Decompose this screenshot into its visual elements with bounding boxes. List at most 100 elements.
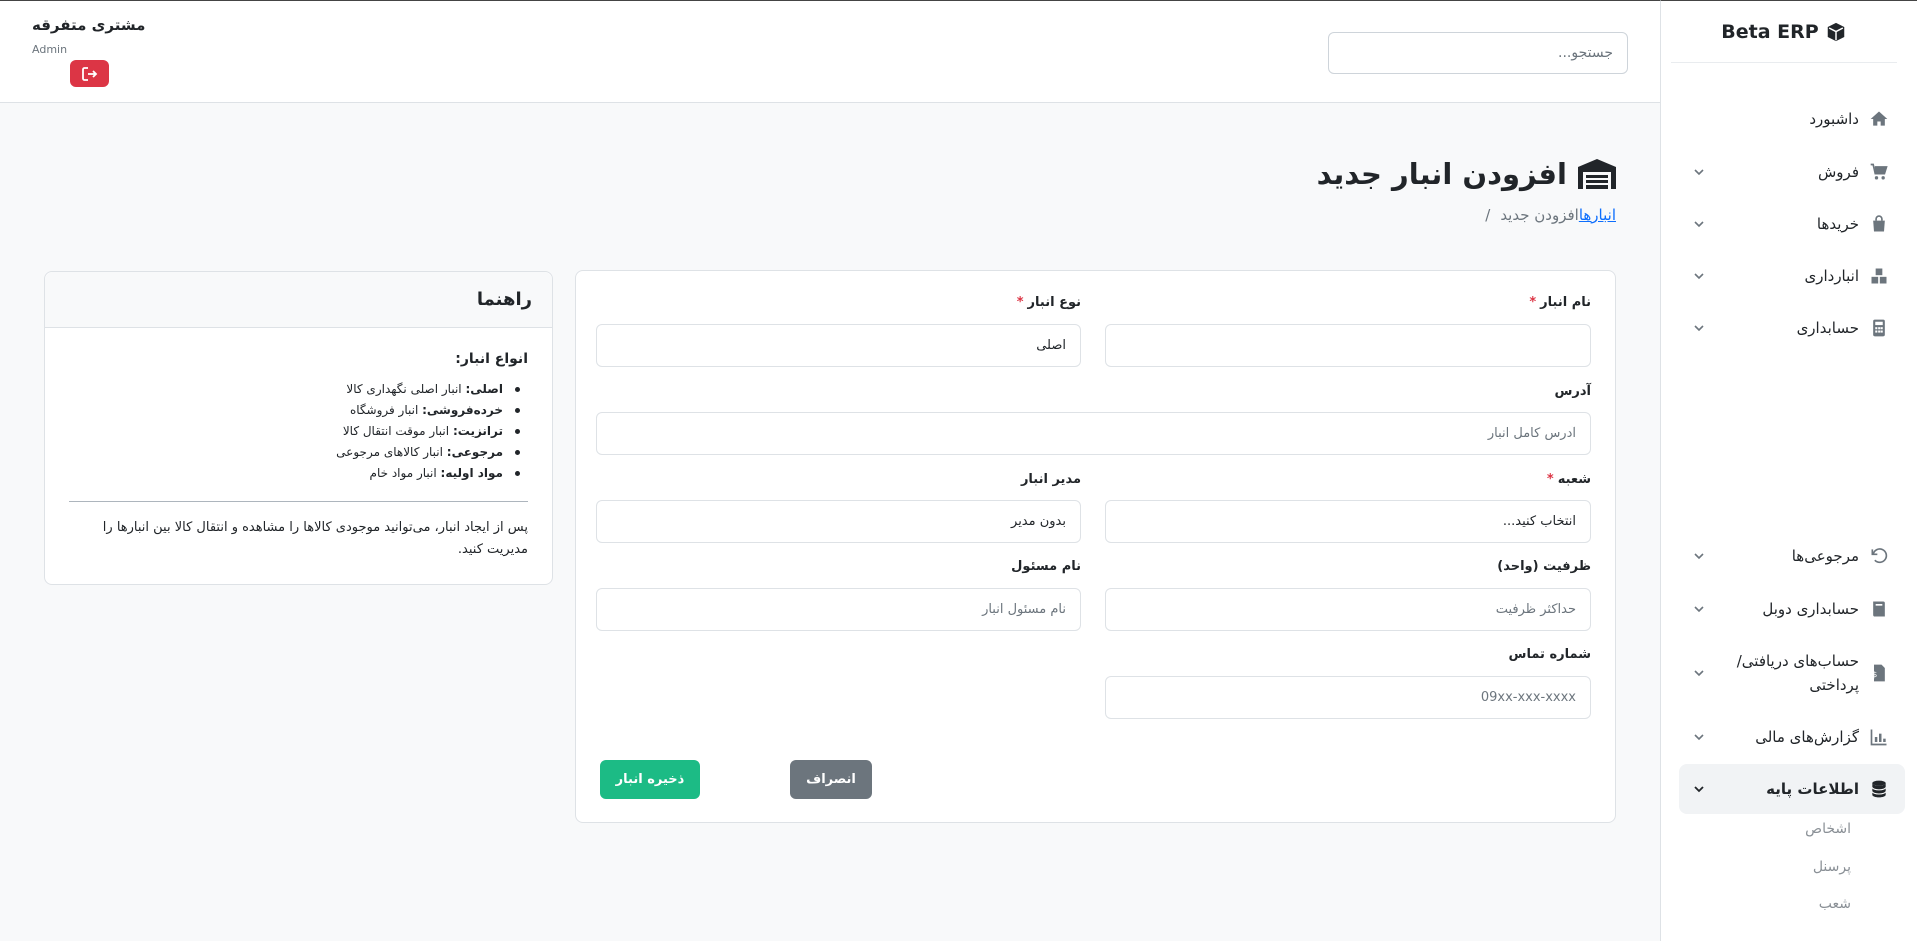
phone-label: شماره تماس <box>1508 647 1591 662</box>
svg-text:$: $ <box>1873 670 1878 679</box>
help-types-list: اصلی: انبار اصلی نگهداری کالا خرده‌فروشی… <box>336 379 528 484</box>
type-term: مرجوعی: <box>446 445 503 459</box>
sidebar-item-label: انبارداری <box>1804 267 1859 285</box>
list-item: ترانزیت: انبار موقت انتقال کالا <box>336 421 528 442</box>
sidebar-item-accounting[interactable]: حسابداری <box>1679 316 1905 340</box>
name-label: نام انبار* <box>1529 295 1591 310</box>
sidebar-subitem-persons[interactable]: اشخاص <box>1731 821 1851 837</box>
branch-select[interactable]: انتخاب کنید... <box>1105 500 1591 543</box>
type-desc: انبار کالاهای مرجوعی <box>336 445 443 459</box>
page-title-text: افزودن انبار جدید <box>1316 157 1567 191</box>
type-desc: انبار فروشگاه <box>349 403 419 417</box>
list-item: مرجوعی: انبار کالاهای مرجوعی <box>336 442 528 463</box>
sidebar-item-label: حسابداری <box>1796 319 1859 337</box>
type-term: خرده‌فروشی: <box>422 403 503 417</box>
list-item: مواد اولیه: انبار مواد خام <box>336 463 528 484</box>
brand[interactable]: Beta ERP <box>1671 1 1897 63</box>
address-label: آدرس <box>1554 384 1591 399</box>
manager-label: مدیر انبار <box>1020 472 1081 487</box>
undo-icon <box>1871 548 1888 564</box>
chevron-down-icon <box>1694 169 1704 176</box>
type-label: نوع انبار* <box>1017 295 1081 310</box>
sidebar-item-label: خریدها <box>1816 215 1859 233</box>
sidebar-item-dashboard[interactable]: داشبورد <box>1679 107 1905 131</box>
type-desc: انبار اصلی نگهداری کالا <box>346 382 462 396</box>
chevron-down-icon <box>1694 606 1704 613</box>
required-mark: * <box>1546 472 1554 487</box>
manager-value: بدون مدیر <box>1011 514 1066 529</box>
sidebar-item-returns[interactable]: مرجوعی‌ها <box>1679 544 1905 568</box>
brand-name: Beta ERP <box>1721 20 1819 43</box>
save-button[interactable]: ذخیره انبار <box>600 760 700 799</box>
chevron-down-icon <box>1694 221 1704 228</box>
breadcrumb-separator: / <box>1485 206 1491 224</box>
address-input[interactable] <box>596 412 1591 455</box>
breadcrumb-link-warehouses[interactable]: انبارها <box>1579 206 1616 224</box>
sidebar-item-receivables[interactable]: $ حساب‌های دریافتی/ پرداختی <box>1679 649 1905 697</box>
sidebar-item-label: مرجوعی‌ها <box>1791 547 1859 565</box>
phone-input[interactable] <box>1105 676 1591 719</box>
sidebar-item-inventory[interactable]: انبارداری <box>1679 264 1905 288</box>
cube-icon <box>1827 22 1844 41</box>
responsible-label: نام مسئول <box>1011 559 1081 574</box>
sidebar-item-label: حساب‌های دریافتی/ پرداختی <box>1736 652 1859 694</box>
capacity-label: ظرفیت (واحد) <box>1497 559 1591 574</box>
sidebar-item-sales[interactable]: فروش <box>1679 160 1905 184</box>
warehouse-type-value: اصلی <box>1036 338 1066 353</box>
warehouse-icon <box>1578 159 1616 189</box>
type-desc: انبار مواد خام <box>369 466 437 480</box>
required-mark: * <box>1016 295 1024 310</box>
sidebar-item-financial-reports[interactable]: گزارش‌های مالی <box>1679 725 1905 749</box>
chevron-down-icon <box>1694 325 1704 332</box>
breadcrumb-current: افزودن جدید <box>1500 206 1579 224</box>
sidebar-item-label: اطلاعات پایه <box>1766 780 1859 798</box>
capacity-input[interactable] <box>1105 588 1591 631</box>
required-mark: * <box>1529 295 1537 310</box>
database-icon <box>1871 780 1887 798</box>
type-term: اصلی: <box>465 382 503 396</box>
sidebar-subitem-branches[interactable]: شعب <box>1731 896 1851 912</box>
sidebar-item-base-info[interactable]: اطلاعات پایه <box>1679 764 1905 814</box>
help-card: راهنما انواع انبار: اصلی: انبار اصلی نگه… <box>44 271 553 585</box>
sidebar-item-label: فروش <box>1817 163 1859 181</box>
topbar: مشتری متفرقه Admin <box>0 0 1660 103</box>
list-item: خرده‌فروشی: انبار فروشگاه <box>336 400 528 421</box>
warehouse-form: نام انبار* نوع انبار* اصلی آدرس شعبه* ان… <box>575 270 1616 823</box>
help-subtitle: انواع انبار: <box>455 351 528 367</box>
manager-select[interactable]: بدون مدیر <box>596 500 1081 543</box>
sidebar: Beta ERP داشبورد فروش خریدها انبارداری ح… <box>1660 0 1917 941</box>
boxes-icon <box>1871 268 1887 284</box>
chevron-down-icon <box>1694 734 1704 741</box>
branch-value: انتخاب کنید... <box>1502 514 1576 529</box>
sidebar-item-purchases[interactable]: خریدها <box>1679 212 1905 236</box>
logout-button[interactable] <box>70 60 109 87</box>
warehouse-name-input[interactable] <box>1105 324 1591 367</box>
sidebar-item-label: داشبورد <box>1809 110 1859 128</box>
sidebar-subitem-personnel[interactable]: پرسنل <box>1731 859 1851 875</box>
warehouse-type-select[interactable]: اصلی <box>596 324 1081 367</box>
help-note: پس از ایجاد انبار، می‌توانید موجودی کالا… <box>102 520 528 557</box>
type-term: ترانزیت: <box>452 424 503 438</box>
home-icon <box>1870 111 1888 126</box>
branch-label: شعبه* <box>1547 472 1591 487</box>
help-divider <box>69 501 528 502</box>
responsible-input[interactable] <box>596 588 1081 631</box>
chevron-down-icon <box>1694 670 1704 677</box>
invoice-icon: $ <box>1873 664 1885 682</box>
sidebar-item-label: حسابداری دوبل <box>1762 600 1859 618</box>
sidebar-item-double-entry[interactable]: حسابداری دوبل <box>1679 597 1905 621</box>
sidebar-item-label: گزارش‌های مالی <box>1755 728 1859 746</box>
type-term: مواد اولیه: <box>440 466 503 480</box>
page-title: افزودن انبار جدید <box>1317 157 1617 191</box>
type-label-text: نوع انبار <box>1027 295 1081 310</box>
user-role: Admin <box>32 43 68 56</box>
search-input[interactable] <box>1328 32 1628 74</box>
cancel-button[interactable]: انصراف <box>790 760 872 799</box>
chevron-down-icon <box>1694 786 1704 793</box>
help-title: راهنما <box>45 272 552 328</box>
chart-icon <box>1870 729 1887 746</box>
name-label-text: نام انبار <box>1540 295 1591 310</box>
logout-icon <box>81 66 97 81</box>
type-desc: انبار موقت انتقال کالا <box>342 424 450 438</box>
chevron-down-icon <box>1694 553 1704 560</box>
